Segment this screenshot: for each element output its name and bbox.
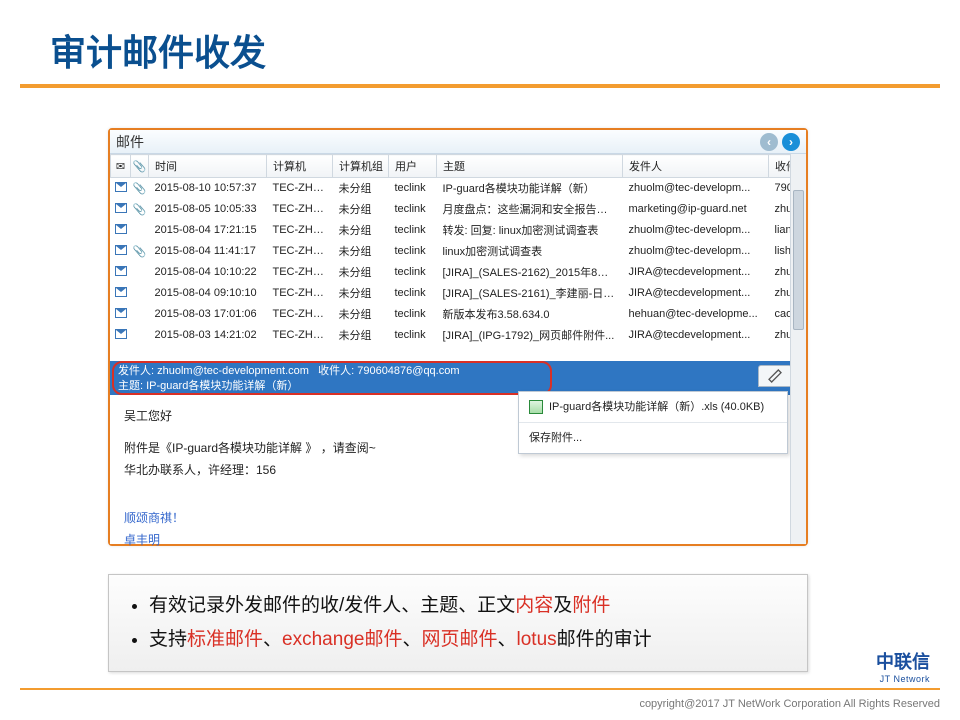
detail-header: 发件人: zhuolm@tec-development.com 收件人: 790… <box>110 361 806 395</box>
title-divider <box>20 84 940 88</box>
highlight-box <box>112 361 552 395</box>
attachment-file[interactable]: IP-guard各模块功能详解（新）.xls (40.0KB) <box>519 392 787 423</box>
page-title: 审计邮件收发 <box>0 0 960 84</box>
nav-back-button[interactable]: ‹ <box>760 133 778 151</box>
signature-1: 顺颂商祺！ <box>124 507 792 529</box>
table-row[interactable]: 2015-08-04 17:21:15TEC-ZHU...未分组teclink转… <box>111 220 807 241</box>
bullet-1: 有效记录外发邮件的收/发件人、主题、正文内容及附件 <box>149 589 785 623</box>
attachment-popup: IP-guard各模块功能详解（新）.xls (40.0KB) 保存附件... <box>518 391 788 454</box>
col-subject[interactable]: 主题 <box>437 155 623 178</box>
table-row[interactable]: 2015-08-03 14:21:02TEC-ZHU...未分组teclink[… <box>111 325 807 345</box>
col-computer[interactable]: 计算机 <box>267 155 333 178</box>
window-title: 邮件 <box>116 132 144 152</box>
feature-bullets: 有效记录外发邮件的收/发件人、主题、正文内容及附件 支持标准邮件、exchang… <box>108 574 808 672</box>
col-attach-icon[interactable]: 📎 <box>131 155 149 178</box>
col-sender[interactable]: 发件人 <box>623 155 769 178</box>
table-row[interactable]: 2015-08-04 09:10:10TEC-ZHU...未分组teclink[… <box>111 283 807 304</box>
save-attachment[interactable]: 保存附件... <box>519 423 787 453</box>
table-row[interactable]: 2015-08-04 10:10:22TEC-ZHU...未分组teclink[… <box>111 262 807 283</box>
table-row[interactable]: 📎2015-08-10 10:57:37TEC-ZHU...未分组teclink… <box>111 178 807 199</box>
mail-detail-pane: 发件人: zhuolm@tec-development.com 收件人: 790… <box>110 361 806 544</box>
mail-icon <box>115 266 127 276</box>
vertical-scrollbar[interactable] <box>790 154 806 544</box>
col-group[interactable]: 计算机组 <box>333 155 389 178</box>
mail-table: ✉ 📎 时间 计算机 计算机组 用户 主题 发件人 收件人 📎2015-08-1… <box>110 154 806 344</box>
window-header: 邮件 ‹ › <box>110 130 806 154</box>
detail-body: 吴工您好 附件是《IP-guard各模块功能详解 》 ，请查阅~ 华北办联系人，… <box>110 395 806 561</box>
bullet-2: 支持标准邮件、exchange邮件、网页邮件、lotus邮件的审计 <box>149 623 785 657</box>
copyright: copyright@2017 JT NetWork Corporation Al… <box>639 698 940 710</box>
mail-icon <box>115 308 127 318</box>
brand-logo: 中联信 JT Network <box>876 648 930 684</box>
table-row[interactable]: 📎2015-08-05 10:05:33TEC-ZHU...未分组teclink… <box>111 199 807 220</box>
table-row[interactable]: 2015-08-03 17:01:06TEC-ZHU...未分组teclink新… <box>111 304 807 325</box>
mail-icon <box>115 224 127 234</box>
table-header-row: ✉ 📎 时间 计算机 计算机组 用户 主题 发件人 收件人 <box>111 155 807 178</box>
col-time[interactable]: 时间 <box>149 155 267 178</box>
attachment-icon: 📎 <box>133 204 147 216</box>
footer-divider <box>20 688 940 690</box>
mail-icon <box>115 287 127 297</box>
mail-icon <box>115 203 127 213</box>
table-row[interactable]: 📎2015-08-04 11:41:17TEC-ZHU...未分组teclink… <box>111 241 807 262</box>
mail-icon <box>115 329 127 339</box>
nav-forward-button[interactable]: › <box>782 133 800 151</box>
col-type-icon[interactable]: ✉ <box>111 155 131 178</box>
pencil-icon <box>767 368 783 384</box>
body-line-2: 华北办联系人，许经理：156 <box>124 459 792 481</box>
col-user[interactable]: 用户 <box>389 155 437 178</box>
edit-button[interactable] <box>758 365 792 387</box>
mail-icon <box>115 245 127 255</box>
attachment-icon: 📎 <box>133 183 147 195</box>
mail-icon <box>115 182 127 192</box>
attachment-icon: 📎 <box>133 246 147 258</box>
xls-icon <box>529 400 543 414</box>
mail-audit-window: 邮件 ‹ › ✉ 📎 时间 计算机 计算机组 用户 主题 <box>108 128 808 546</box>
signature-2: 卓丰明 <box>124 529 792 551</box>
